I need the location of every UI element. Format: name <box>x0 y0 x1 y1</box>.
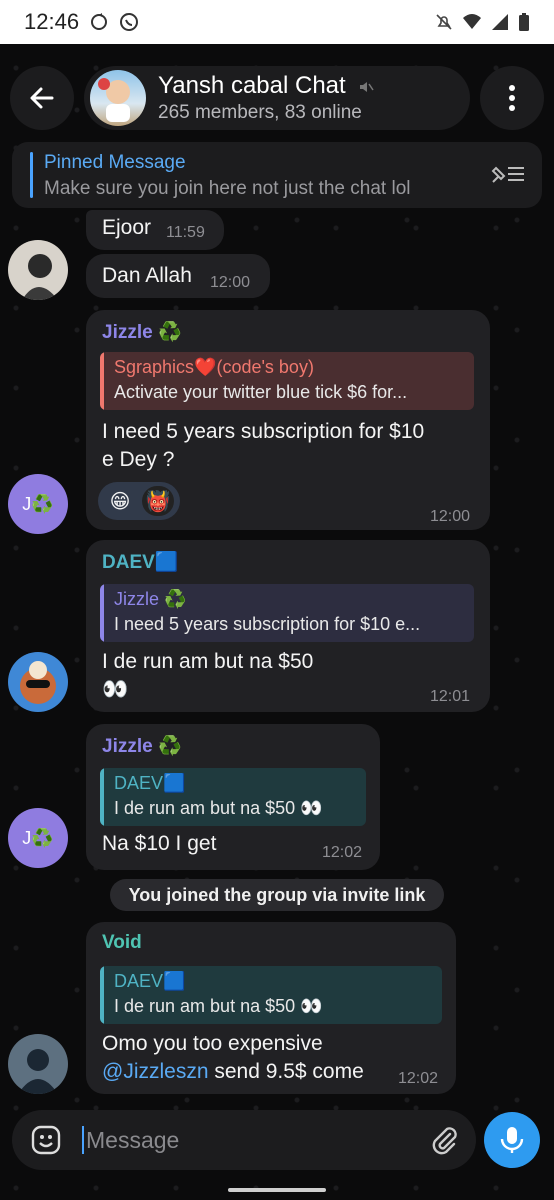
message-text: Dan Allah <box>102 264 192 287</box>
text-cursor <box>82 1126 84 1154</box>
message-time: 12:01 <box>430 688 471 705</box>
sender-name: Jizzle ♻️ <box>102 736 182 757</box>
reaction-avatar[interactable]: 👹 <box>142 486 174 516</box>
sync-icon <box>91 13 108 30</box>
message-text-line2: 👀 <box>102 678 129 701</box>
message-bubble[interactable]: Ejoor 11:59 <box>86 210 224 250</box>
service-message: You joined the group via invite link <box>110 879 444 911</box>
reply-text: I de run am but na $50 👀 <box>114 798 323 818</box>
pinned-text: Make sure you join here not just the cha… <box>44 178 411 199</box>
pin-list-icon[interactable] <box>490 162 526 186</box>
voice-record-button[interactable] <box>484 1112 540 1168</box>
reply-sender: Sgraphics❤️(code's boy) <box>114 357 314 377</box>
sender-avatar-void[interactable] <box>8 1034 68 1094</box>
more-options-button[interactable] <box>480 66 544 130</box>
sender-avatar[interactable] <box>8 240 68 300</box>
message-text: Ejoor <box>102 216 152 239</box>
message-text-line1: I need 5 years subscription for $10 <box>102 420 425 443</box>
sender-avatar-jizzle[interactable]: J♻️ <box>8 474 68 534</box>
pinned-label: Pinned Message <box>44 152 186 173</box>
signal-icon <box>492 14 508 30</box>
message-text-line2: e Dey ? <box>102 448 175 471</box>
sender-name: DAEV🟦 <box>102 552 179 573</box>
pinned-message-bar[interactable]: Pinned Message Make sure you join here n… <box>12 142 542 208</box>
reply-quote[interactable]: DAEV🟦 I de run am but na $50 👀 <box>100 966 442 1024</box>
battery-icon <box>519 13 529 31</box>
message-time: 11:59 <box>166 224 205 241</box>
group-avatar[interactable] <box>90 70 146 126</box>
reactions-bar[interactable]: 😁 👹 <box>98 482 180 520</box>
home-indicator[interactable] <box>228 1188 326 1192</box>
back-button[interactable] <box>10 66 74 130</box>
reply-quote[interactable]: Jizzle ♻️ I need 5 years subscription fo… <box>100 584 474 642</box>
reply-text: I de run am but na $50 👀 <box>114 996 323 1016</box>
status-time: 12:46 <box>24 9 80 34</box>
chat-title: Yansh cabal Chat <box>158 72 374 100</box>
message-text-line2: @Jizzleszn send 9.5$ come <box>102 1058 364 1086</box>
sender-name: Jizzle ♻️ <box>102 322 182 343</box>
message-composer <box>12 1110 476 1170</box>
reply-quote[interactable]: DAEV🟦 I de run am but na $50 👀 <box>100 768 366 826</box>
reply-bar <box>100 584 104 642</box>
message-bubble[interactable]: Void DAEV🟦 I de run am but na $50 👀 Omo … <box>86 922 456 1094</box>
message-time: 12:02 <box>322 844 363 861</box>
message-input[interactable] <box>86 1120 416 1160</box>
reply-sender: Jizzle ♻️ <box>114 589 187 609</box>
reply-bar <box>100 768 104 826</box>
message-time: 12:00 <box>430 508 471 525</box>
message-text-rest: send 9.5$ come <box>208 1060 364 1083</box>
message-bubble[interactable]: Jizzle ♻️ DAEV🟦 I de run am but na $50 👀… <box>86 724 380 870</box>
reply-sender: DAEV🟦 <box>114 773 186 793</box>
chat-header: Yansh cabal Chat 265 members, 83 online <box>10 66 544 132</box>
reaction-grin[interactable]: 😁 <box>104 486 136 516</box>
bell-off-icon <box>436 14 452 30</box>
pinned-indicator <box>30 152 33 198</box>
sender-name: Void <box>102 932 142 953</box>
sticker-emoji-icon[interactable] <box>30 1124 62 1156</box>
wifi-icon <box>463 14 481 29</box>
reply-bar <box>100 352 104 410</box>
chat-info-pill[interactable]: Yansh cabal Chat 265 members, 83 online <box>84 66 470 130</box>
reply-quote[interactable]: Sgraphics❤️(code's boy) Activate your tw… <box>100 352 474 410</box>
reply-text: Activate your twitter blue tick $6 for..… <box>114 382 408 402</box>
message-time: 12:00 <box>210 274 251 291</box>
sender-avatar-daev[interactable] <box>8 652 68 712</box>
message-text: Na $10 I get <box>102 832 217 855</box>
user-mention-link[interactable]: @Jizzleszn <box>102 1060 209 1083</box>
sender-avatar-jizzle[interactable]: J♻️ <box>8 808 68 868</box>
whatsapp-icon <box>120 13 139 31</box>
message-text-line1: Omo you too expensive <box>102 1032 323 1055</box>
message-bubble[interactable]: DAEV🟦 Jizzle ♻️ I need 5 years subscript… <box>86 540 490 712</box>
avatar-image <box>18 1049 58 1094</box>
status-bar: 12:46 <box>0 0 554 44</box>
group-avatar-image <box>98 78 130 122</box>
avatar-image <box>20 661 56 704</box>
more-vertical-icon <box>509 85 515 111</box>
reply-text: I need 5 years subscription for $10 e... <box>114 614 421 634</box>
chat-member-count: 265 members, 83 online <box>158 102 362 123</box>
microphone-icon <box>500 1127 524 1153</box>
back-arrow-icon <box>30 87 54 109</box>
message-time: 12:02 <box>398 1070 439 1087</box>
avatar-image <box>22 254 58 300</box>
reply-bar <box>100 966 104 1024</box>
message-text-line1: I de run am but na $50 <box>102 650 314 673</box>
message-bubble[interactable]: Dan Allah 12:00 <box>86 254 270 298</box>
reply-sender: DAEV🟦 <box>114 971 186 991</box>
attach-icon[interactable] <box>428 1124 460 1156</box>
muted-speaker-icon <box>360 81 374 92</box>
